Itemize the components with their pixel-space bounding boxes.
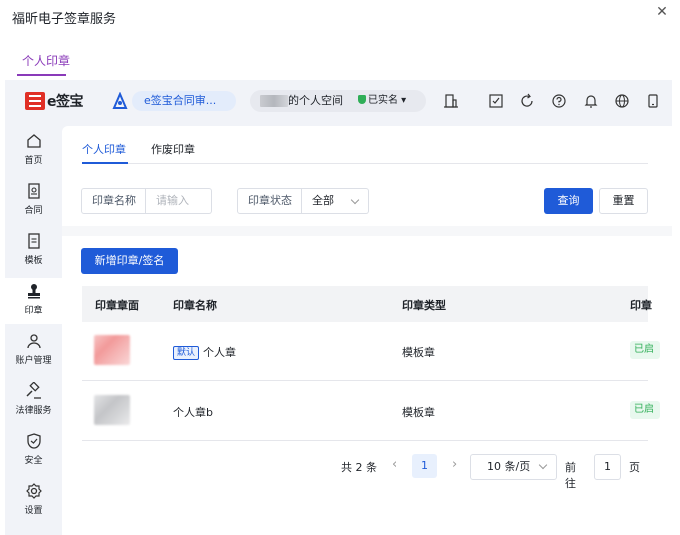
add-seal-button[interactable]: 新增印章/签名 xyxy=(81,248,178,274)
status-badge: 已启用 xyxy=(630,401,660,419)
refresh-icon[interactable] xyxy=(519,93,535,109)
close-icon[interactable]: ✕ xyxy=(654,4,670,20)
chevron-down-icon xyxy=(350,195,360,205)
goto-suffix: 页 xyxy=(629,461,640,474)
sidebar-item-label: 安全 xyxy=(24,456,43,466)
seal-name-input[interactable]: 请输入 xyxy=(146,188,212,214)
seal-name: 个人章b xyxy=(173,406,213,419)
table-header: 印章章面 印章名称 印章类型 印章 xyxy=(82,286,652,322)
goto-label: 前往 xyxy=(565,461,576,490)
seal-name: 个人章 xyxy=(203,346,237,359)
esign-logo-icon xyxy=(25,92,45,110)
prev-page-icon[interactable]: ‹ xyxy=(392,457,397,472)
sidebar-item-label: 法律服务 xyxy=(15,406,52,416)
tab-voided-seal[interactable]: 作废印章 xyxy=(151,141,195,157)
default-badge: 默认 xyxy=(173,346,200,360)
col-seal-name: 印章名称 xyxy=(173,299,217,312)
page-size-select[interactable]: 10 条/页 xyxy=(470,454,557,480)
checkbox-icon[interactable] xyxy=(488,93,504,109)
seal-image[interactable] xyxy=(94,335,130,365)
app-switcher[interactable]: e签宝合同审... xyxy=(132,91,236,111)
space-switcher[interactable]: 的个人空间 已实名 ▾ xyxy=(250,90,426,112)
seal-status-label: 印章状态 xyxy=(237,188,302,214)
sidebar: 首页 合同 模板 印章 账户管理 法律服务 安全 设置 xyxy=(5,122,62,535)
search-button[interactable]: 查询 xyxy=(544,188,593,214)
sidebar-item-label: 印章 xyxy=(24,306,43,316)
verified-text: 已实名 xyxy=(368,95,398,106)
seal-tabs: 个人印章 作废印章 xyxy=(82,126,648,164)
next-page-icon[interactable]: › xyxy=(452,457,457,472)
template-icon xyxy=(27,233,40,249)
sidebar-item-label: 设置 xyxy=(24,506,43,516)
verified-badge[interactable]: 已实名 ▾ xyxy=(358,90,406,112)
home-icon xyxy=(26,134,41,148)
globe-icon[interactable] xyxy=(614,93,630,109)
blurred-username xyxy=(260,95,288,107)
mobile-icon[interactable] xyxy=(645,93,661,109)
chevron-down-icon xyxy=(538,460,548,470)
col-seal-status: 印章 xyxy=(630,299,652,312)
goto-page-input[interactable]: 1 xyxy=(594,454,621,480)
building-icon[interactable] xyxy=(443,93,459,109)
sidebar-item-home[interactable]: 首页 xyxy=(5,128,62,174)
esign-app-frame: e签宝 e签宝合同审... 的个人空间 已实名 ▾ 首页 合同 模板 印章 账户… xyxy=(5,80,672,535)
esign-logo-text: e签宝 xyxy=(47,94,84,110)
sidebar-item-label: 模板 xyxy=(24,256,43,266)
sidebar-item-settings[interactable]: 设置 xyxy=(5,478,62,524)
section-divider xyxy=(62,226,672,236)
active-tab-indicator xyxy=(82,162,128,164)
table-row[interactable]: 个人章b 模板章 已启用 xyxy=(82,382,660,441)
dialog-tab-personal-seal[interactable]: 个人印章 xyxy=(22,52,70,69)
app-switch-icon[interactable] xyxy=(111,92,129,110)
sidebar-item-label: 账户管理 xyxy=(15,356,52,366)
sidebar-item-label: 合同 xyxy=(24,206,43,216)
gear-icon xyxy=(25,483,42,499)
page-1-button[interactable]: 1 xyxy=(412,454,437,478)
seal-type: 模板章 xyxy=(402,406,435,419)
sidebar-item-contract[interactable]: 合同 xyxy=(5,178,62,224)
top-bar: e签宝 e签宝合同审... 的个人空间 已实名 ▾ xyxy=(5,80,672,122)
seal-type: 模板章 xyxy=(402,346,435,359)
page-size-value: 10 条/页 xyxy=(487,460,531,473)
seal-status-value: 全部 xyxy=(312,194,334,207)
help-icon[interactable] xyxy=(551,93,567,109)
shield-icon xyxy=(26,433,41,449)
col-seal-type: 印章类型 xyxy=(402,299,446,312)
sidebar-item-seal[interactable]: 印章 xyxy=(5,278,62,324)
space-name: 的个人空间 xyxy=(288,94,343,107)
user-icon xyxy=(26,334,41,349)
dialog-tab-underline xyxy=(17,74,66,76)
seal-status-select[interactable]: 全部 xyxy=(302,188,369,214)
main-content: 个人印章 作废印章 印章名称 请输入 印章状态 全部 查询 重置 新增印章/签名… xyxy=(62,126,672,535)
seal-name-cell: 默认 个人章 xyxy=(173,344,236,360)
sidebar-item-security[interactable]: 安全 xyxy=(5,428,62,474)
tab-personal-seal[interactable]: 个人印章 xyxy=(82,141,126,157)
reset-button[interactable]: 重置 xyxy=(599,188,648,214)
table-row[interactable]: 默认个人章 模板章 已启用 xyxy=(82,322,660,381)
verified-shield-icon xyxy=(358,95,366,104)
sidebar-item-template[interactable]: 模板 xyxy=(5,228,62,274)
sidebar-item-account[interactable]: 账户管理 xyxy=(5,328,62,374)
sidebar-item-legal[interactable]: 法律服务 xyxy=(5,378,62,424)
dialog-title: 福昕电子签章服务 xyxy=(12,12,117,27)
gavel-icon xyxy=(25,382,41,399)
col-seal-face: 印章章面 xyxy=(95,299,139,312)
contract-icon xyxy=(27,183,40,199)
sidebar-item-label: 首页 xyxy=(24,156,43,166)
bell-icon[interactable] xyxy=(583,93,599,109)
status-badge: 已启用 xyxy=(630,341,660,359)
seal-image[interactable] xyxy=(94,395,130,425)
seal-icon xyxy=(27,284,40,299)
seal-name-label: 印章名称 xyxy=(81,188,146,214)
pagination-total: 共 2 条 xyxy=(341,461,377,474)
